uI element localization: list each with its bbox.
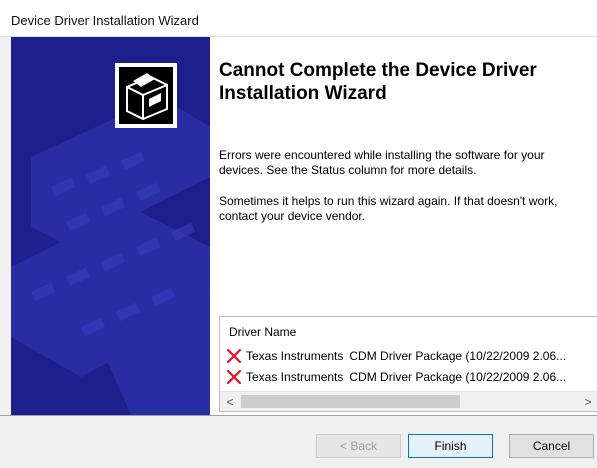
banner-graphic	[11, 37, 210, 415]
finish-button[interactable]: Finish	[408, 434, 493, 458]
page-title: Cannot Complete the Device Driver Instal…	[219, 60, 537, 104]
error-x-icon	[226, 347, 242, 365]
list-item[interactable]: Texas Instruments CDM Driver Package (10/…	[226, 368, 597, 386]
list-item[interactable]: Texas Instruments CDM Driver Package (10/…	[226, 347, 597, 365]
wizard-banner	[11, 37, 210, 415]
driver-vendor: Texas Instruments	[246, 349, 344, 363]
error-description: Errors were encountered while installing…	[219, 148, 545, 177]
scrollbar-thumb[interactable]	[241, 395, 460, 408]
wizard-main-pane: Cannot Complete the Device Driver Instal…	[210, 37, 597, 415]
scroll-right-arrow-icon[interactable]: >	[580, 394, 596, 410]
driver-package: CDM Driver Package (10/22/2009 2.06...	[349, 349, 567, 363]
back-button[interactable]: < Back	[316, 434, 401, 458]
window-title: Device Driver Installation Wizard	[11, 13, 199, 28]
column-header-driver-name[interactable]: Driver Name	[229, 325, 296, 339]
button-bar: < Back Finish Cancel	[0, 416, 597, 468]
wizard-content: Cannot Complete the Device Driver Instal…	[11, 37, 597, 415]
error-x-icon	[226, 368, 242, 386]
retry-hint: Sometimes it helps to run this wizard ag…	[219, 194, 558, 223]
driver-package: CDM Driver Package (10/22/2009 2.06...	[349, 370, 567, 384]
cancel-button[interactable]: Cancel	[509, 434, 594, 458]
title-bar[interactable]: Device Driver Installation Wizard	[0, 0, 597, 36]
scroll-left-arrow-icon[interactable]: <	[222, 394, 238, 410]
driver-list[interactable]: Driver Name Texas Instruments CDM Driver …	[219, 316, 597, 412]
wizard-window: Device Driver Installation Wizard Cannot…	[0, 0, 597, 468]
hardware-wizard-icon	[115, 63, 177, 128]
driver-vendor: Texas Instruments	[246, 370, 344, 384]
horizontal-scrollbar[interactable]: < >	[220, 391, 597, 411]
